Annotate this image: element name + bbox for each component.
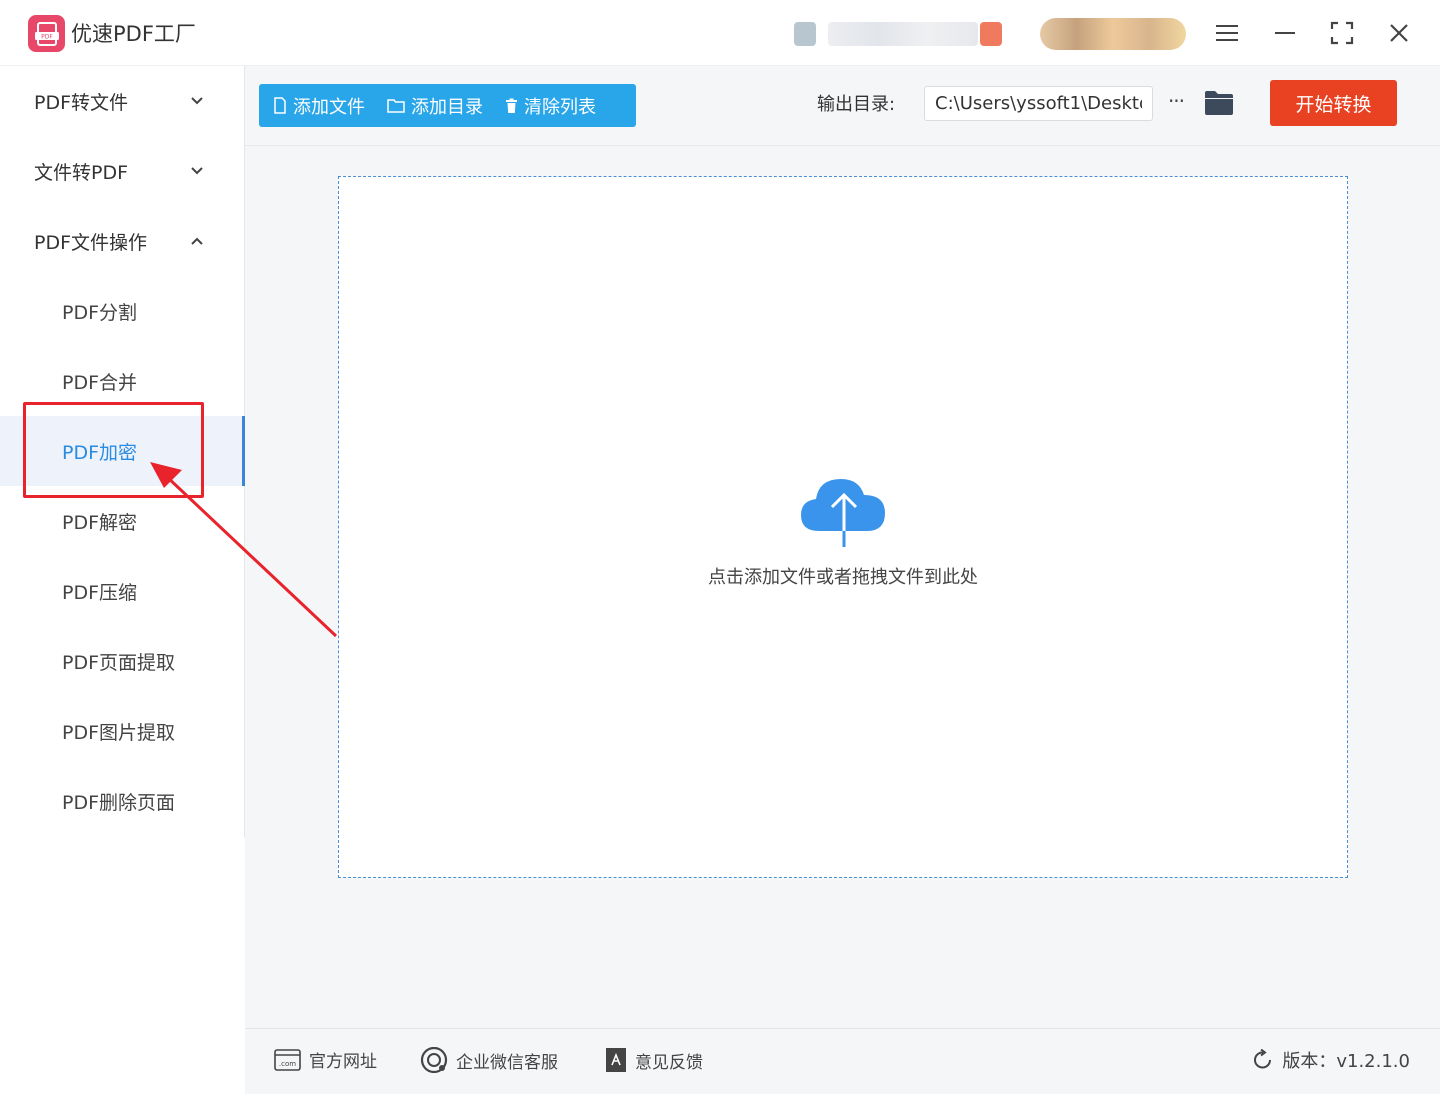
toolbar: 添加文件 添加目录 清除列表 输出目录: ··· 开始转换 [245, 66, 1440, 146]
sidebar-item-pdf-split[interactable]: PDF分割 [0, 276, 245, 346]
redacted-vip-badge [1040, 18, 1186, 50]
sidebar-item-label: PDF图片提取 [62, 721, 176, 744]
clear-list-label: 清除列表 [524, 96, 596, 118]
nav-group-file-to-pdf[interactable]: 文件转PDF [34, 151, 204, 191]
redacted-user-info [980, 22, 1002, 46]
official-website-link[interactable]: .com 官方网址 [274, 1047, 377, 1072]
browse-more-button[interactable]: ··· [1163, 86, 1189, 116]
svg-text:.com: .com [279, 1060, 296, 1068]
pdf-logo-icon: PDF [34, 21, 59, 46]
sidebar-footer-area [0, 838, 245, 1094]
maximize-icon [1330, 21, 1354, 45]
drop-zone-hint: 点击添加文件或者拖拽文件到此处 [708, 567, 978, 588]
app-logo: PDF [28, 15, 65, 52]
footer-bar: .com 官方网址 企业微信客服 意见反馈 版本：v1.2.1.0 [245, 1028, 1440, 1094]
sidebar-item-pdf-compress[interactable]: PDF压缩 [0, 556, 245, 626]
website-icon: .com [274, 1048, 301, 1071]
maximize-button[interactable] [1325, 16, 1359, 50]
wechat-support-link[interactable]: 企业微信客服 [420, 1047, 558, 1073]
sidebar-item-pdf-encrypt[interactable]: PDF加密 [0, 416, 245, 486]
folder-icon [1205, 91, 1233, 115]
feedback-label: 意见反馈 [635, 1052, 703, 1073]
sidebar-item-label: PDF解密 [62, 511, 138, 534]
official-website-label: 官方网址 [309, 1052, 377, 1072]
sidebar-item-pdf-page-extract[interactable]: PDF页面提取 [0, 626, 245, 696]
main-panel: 添加文件 添加目录 清除列表 输出目录: ··· 开始转换 [245, 66, 1440, 1094]
sidebar-item-label: PDF分割 [62, 301, 138, 324]
sidebar-item-label: PDF压缩 [62, 581, 138, 604]
title-bar: PDF 优速PDF工厂 [0, 0, 1440, 66]
clear-list-button[interactable]: 清除列表 [505, 93, 596, 119]
app-title: 优速PDF工厂 [71, 22, 196, 46]
wechat-icon [420, 1047, 448, 1073]
sidebar-item-pdf-decrypt[interactable]: PDF解密 [0, 486, 245, 556]
version-info: 版本：v1.2.1.0 [1252, 1047, 1410, 1073]
close-button[interactable] [1382, 16, 1416, 50]
version-label: 版本：v1.2.1.0 [1282, 1051, 1410, 1072]
redacted-user-info [828, 22, 978, 46]
feedback-icon [606, 1048, 626, 1072]
nav-group-label: 文件转PDF [34, 161, 129, 184]
output-dir-label: 输出目录: [817, 94, 896, 115]
add-folder-button[interactable]: 添加目录 [387, 93, 483, 119]
chevron-down-icon [191, 167, 203, 175]
add-file-label: 添加文件 [293, 96, 365, 118]
output-dir-input[interactable] [924, 86, 1153, 121]
folder-outline-icon [387, 99, 405, 113]
close-icon [1390, 24, 1408, 42]
nav-group-pdf-operations[interactable]: PDF文件操作 [34, 221, 204, 261]
chevron-up-icon [191, 237, 203, 245]
chevron-down-icon [191, 97, 203, 105]
trash-icon [506, 98, 517, 113]
nav-group-label: PDF转文件 [34, 91, 129, 114]
file-icon [274, 97, 286, 114]
svg-text:PDF: PDF [41, 33, 53, 40]
add-folder-label: 添加目录 [411, 96, 483, 118]
menu-button[interactable] [1210, 16, 1244, 50]
hamburger-icon [1216, 25, 1238, 41]
feedback-link[interactable]: 意见反馈 [605, 1047, 703, 1073]
sidebar-item-label: PDF页面提取 [62, 651, 176, 674]
cloud-upload-icon [801, 479, 885, 547]
open-folder-button[interactable] [1204, 90, 1234, 116]
sidebar-item-label: PDF删除页面 [62, 791, 176, 814]
minimize-button[interactable] [1268, 16, 1302, 50]
nav-group-pdf-to-file[interactable]: PDF转文件 [34, 81, 204, 121]
start-convert-button[interactable]: 开始转换 [1270, 80, 1397, 126]
sidebar: PDF转文件 文件转PDF PDF文件操作 PDF分割 PDF合并 PDF加密 … [0, 66, 245, 838]
nav-group-label: PDF文件操作 [34, 231, 148, 254]
sidebar-item-pdf-delete-pages[interactable]: PDF删除页面 [0, 766, 245, 836]
minimize-icon [1275, 32, 1295, 34]
sidebar-item-pdf-merge[interactable]: PDF合并 [0, 346, 245, 416]
sidebar-item-label: PDF加密 [62, 441, 138, 464]
redacted-user-info [794, 22, 816, 46]
wechat-support-label: 企业微信客服 [456, 1052, 558, 1073]
sidebar-item-pdf-image-extract[interactable]: PDF图片提取 [0, 696, 245, 766]
refresh-icon [1254, 1049, 1272, 1069]
file-button-group: 添加文件 添加目录 清除列表 [259, 84, 636, 127]
sidebar-item-label: PDF合并 [62, 371, 138, 394]
file-drop-zone[interactable]: 点击添加文件或者拖拽文件到此处 [338, 176, 1348, 878]
add-file-button[interactable]: 添加文件 [273, 93, 365, 119]
